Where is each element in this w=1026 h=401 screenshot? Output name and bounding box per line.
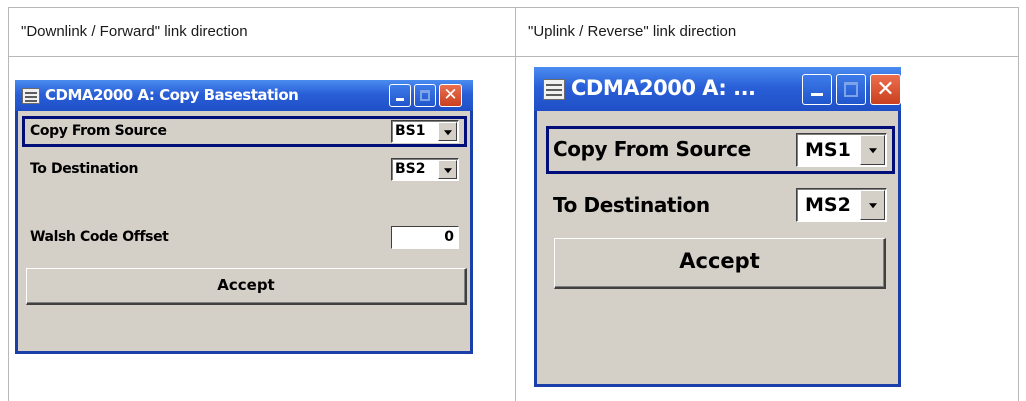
minimize-button[interactable] <box>389 84 411 107</box>
walsh-code-offset-label: Walsh Code Offset <box>30 229 169 245</box>
maximize-button <box>836 74 866 105</box>
maximize-icon <box>419 90 431 101</box>
column-header-downlink: "Downlink / Forward" link direction <box>21 23 248 40</box>
chevron-down-icon <box>868 148 877 154</box>
copy-from-source-value: BS1 <box>395 123 426 139</box>
chevron-down-icon <box>443 129 452 135</box>
maximize-icon <box>843 81 859 98</box>
accept-button[interactable]: Accept <box>554 238 886 289</box>
dialog-titlebar[interactable]: CDMA2000 A: Copy Basestation ✕ <box>15 80 473 111</box>
copy-from-source-select[interactable]: MS1 <box>796 133 887 167</box>
dialog-title: CDMA2000 A: ... <box>571 76 756 100</box>
window-menu-icon[interactable] <box>22 88 40 104</box>
copy-mobile-station-dialog: CDMA2000 A: ... ✕ Copy From Source MS1 T… <box>534 67 901 387</box>
walsh-code-offset-value: 0 <box>444 229 454 245</box>
copy-from-source-label: Copy From Source <box>553 137 751 161</box>
walsh-code-offset-input[interactable]: 0 <box>391 226 459 249</box>
maximize-button <box>414 84 436 107</box>
close-button[interactable]: ✕ <box>870 74 901 105</box>
dropdown-button[interactable] <box>860 135 885 165</box>
minimize-button[interactable] <box>802 74 832 105</box>
to-destination-value: BS2 <box>395 161 426 177</box>
copy-from-source-value: MS1 <box>805 139 851 161</box>
to-destination-label: To Destination <box>553 193 710 217</box>
dropdown-button[interactable] <box>438 160 457 179</box>
copy-from-source-label: Copy From Source <box>30 123 167 139</box>
copy-from-source-select[interactable]: BS1 <box>391 120 459 143</box>
window-menu-icon[interactable] <box>543 79 565 100</box>
minimize-icon <box>395 97 405 101</box>
dialog-titlebar[interactable]: CDMA2000 A: ... ✕ <box>534 67 901 111</box>
column-header-uplink: "Uplink / Reverse" link direction <box>528 23 737 40</box>
chevron-down-icon <box>443 167 452 173</box>
dropdown-button[interactable] <box>860 190 885 220</box>
to-destination-select[interactable]: MS2 <box>796 188 887 222</box>
to-destination-label: To Destination <box>30 161 139 177</box>
to-destination-value: MS2 <box>805 194 851 216</box>
dropdown-button[interactable] <box>438 122 457 141</box>
close-button[interactable]: ✕ <box>439 84 462 107</box>
table-header-divider <box>8 56 1019 57</box>
close-icon: ✕ <box>876 77 895 102</box>
table-border-left <box>8 7 9 401</box>
dialog-title: CDMA2000 A: Copy Basestation <box>45 86 299 104</box>
accept-button[interactable]: Accept <box>26 268 467 305</box>
to-destination-select[interactable]: BS2 <box>391 158 459 181</box>
table-border-right <box>1018 7 1019 401</box>
chevron-down-icon <box>868 203 877 209</box>
table-column-divider <box>515 7 516 401</box>
minimize-icon <box>810 93 824 97</box>
close-icon: ✕ <box>443 85 458 105</box>
copy-basestation-dialog: CDMA2000 A: Copy Basestation ✕ Copy From… <box>15 80 473 354</box>
